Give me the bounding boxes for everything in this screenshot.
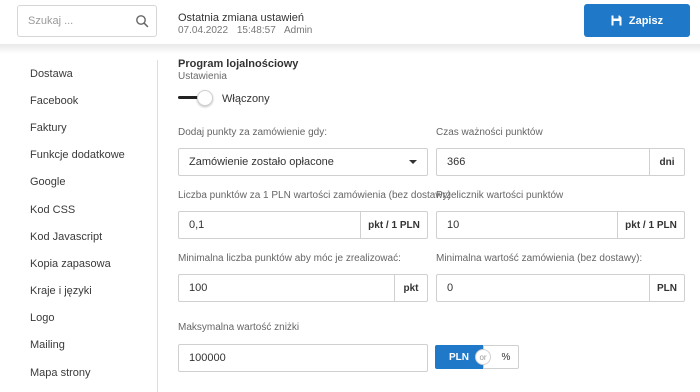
max-discount-label: Maksymalna wartość zniżki — [178, 322, 300, 333]
min-order-value: 0 — [447, 282, 454, 294]
unit-percent-label: % — [501, 351, 511, 363]
validity-value: 366 — [447, 156, 466, 168]
sidebar-item-facebook[interactable]: Facebook — [0, 87, 157, 114]
min-order-unit: PLN — [649, 275, 684, 301]
min-order-label: Minimalna wartość zamówienia (bez dostaw… — [436, 253, 643, 264]
min-order-field[interactable]: 0 PLN — [436, 274, 685, 302]
min-points-value: 100 — [189, 282, 208, 294]
sidebar-item-faktury[interactable]: Faktury — [0, 114, 157, 141]
last-change-info: Ostatnia zmiana ustawień 07.04.2022 15:4… — [178, 12, 318, 37]
search-icon[interactable] — [135, 14, 149, 28]
points-per-pln-label: Liczba punktów za 1 PLN wartości zamówie… — [178, 190, 451, 201]
sidebar-item-logo[interactable]: Logo — [0, 305, 157, 332]
save-button[interactable]: Zapisz — [584, 4, 690, 37]
sidebar-item-dostawa[interactable]: Dostawa — [0, 60, 157, 87]
section-title: Program lojalnościowy — [178, 58, 299, 70]
sidebar-item-google[interactable]: Google — [0, 169, 157, 196]
last-change-title: Ostatnia zmiana ustawień — [178, 12, 304, 24]
enabled-toggle[interactable] — [178, 89, 214, 107]
chevron-down-icon — [409, 160, 417, 164]
sidebar-item-mapa-strony[interactable]: Mapa strony — [0, 359, 157, 386]
last-change-user: Admin — [284, 25, 313, 36]
floppy-disk-icon — [611, 15, 622, 26]
min-points-unit: pkt — [394, 275, 427, 301]
points-per-pln-unit: pkt / 1 PLN — [360, 212, 427, 238]
add-points-value: Zamówienie zostało opłacone — [189, 156, 334, 168]
add-points-label: Dodaj punkty za zamówienie gdy: — [178, 127, 327, 138]
points-per-pln-value: 0,1 — [189, 219, 205, 231]
section-subtitle: Ustawienia — [178, 71, 227, 82]
sidebar-item-kod-javascript[interactable]: Kod Javascript — [0, 223, 157, 250]
last-change-date: 07.04.2022 — [178, 25, 229, 36]
unit-or-separator: or — [475, 349, 491, 365]
save-button-label: Zapisz — [628, 14, 664, 27]
sidebar-item-kod-css[interactable]: Kod CSS — [0, 196, 157, 223]
sidebar-item-kopia-zapasowa[interactable]: Kopia zapasowa — [0, 250, 157, 277]
max-discount-field[interactable]: 100000 — [178, 344, 428, 372]
last-change-meta: 07.04.2022 15:48:57 Admin — [178, 25, 318, 37]
settings-sidebar: Dostawa Facebook Faktury Funkcje dodatko… — [0, 60, 157, 386]
add-points-select[interactable]: Zamówienie zostało opłacone — [178, 148, 428, 176]
sidebar-item-kraje-i-jezyki[interactable]: Kraje i języki — [0, 278, 157, 305]
header-divider — [0, 44, 700, 54]
sidebar-item-funkcje-dodatkowe[interactable]: Funkcje dodatkowe — [0, 142, 157, 169]
search-box[interactable] — [17, 5, 157, 37]
validity-field[interactable]: 366 dni — [436, 148, 685, 176]
search-input[interactable] — [28, 13, 128, 29]
toggle-label: Włączony — [222, 93, 270, 105]
min-points-field[interactable]: 100 pkt — [178, 274, 428, 302]
converter-field[interactable]: 10 pkt / 1 PLN — [436, 211, 685, 239]
max-discount-value: 100000 — [189, 352, 226, 364]
converter-label: Przelicznik wartości punktów — [436, 190, 564, 201]
converter-value: 10 — [447, 219, 460, 231]
points-per-pln-field[interactable]: 0,1 pkt / 1 PLN — [178, 211, 428, 239]
validity-unit: dni — [649, 149, 684, 175]
last-change-time: 15:48:57 — [236, 25, 276, 36]
sidebar-item-mailing[interactable]: Mailing — [0, 332, 157, 359]
validity-label: Czas ważności punktów — [436, 127, 543, 138]
min-points-label: Minimalna liczba punktów aby móc je zrea… — [178, 253, 401, 264]
sidebar-divider — [157, 60, 158, 392]
converter-unit: pkt / 1 PLN — [617, 212, 684, 238]
toggle-knob — [197, 90, 213, 106]
